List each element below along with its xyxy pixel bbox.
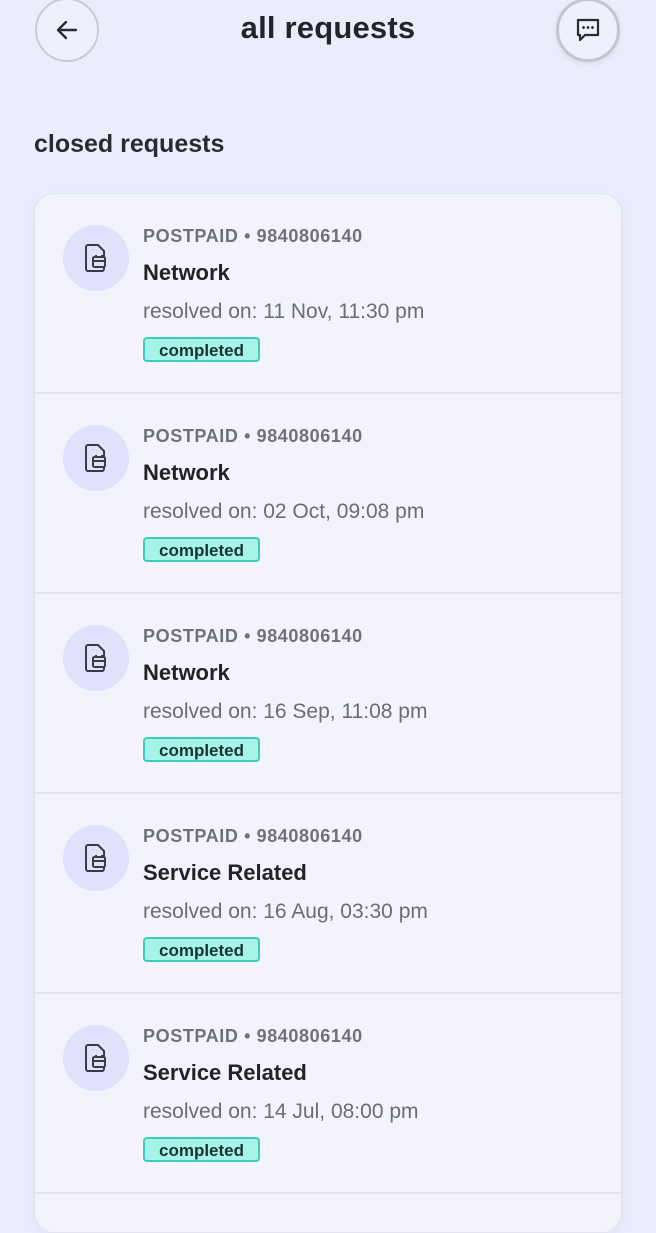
status-badge: completed	[143, 537, 261, 562]
request-item[interactable]: POSTPAID • 9840806140 Service Related re…	[35, 994, 621, 1194]
request-item[interactable]: POSTPAID • 9840806140 Network resolved o…	[35, 194, 621, 394]
status-badge: completed	[143, 1137, 261, 1162]
app-header: all requests	[0, 0, 656, 70]
request-account: POSTPAID • 9840806140	[143, 426, 363, 446]
requests-card: POSTPAID • 9840806140 Network resolved o…	[34, 193, 622, 1233]
request-account: POSTPAID • 9840806140	[143, 1026, 363, 1046]
request-resolved-date: resolved on: 16 Sep, 11:08 pm	[143, 700, 428, 723]
chat-bubble-icon	[576, 18, 600, 42]
request-resolved-date: resolved on: 02 Oct, 09:08 pm	[143, 500, 425, 523]
request-resolved-date: resolved on: 16 Aug, 03:30 pm	[143, 900, 428, 923]
request-item[interactable]: POSTPAID • 9840806140 Network resolved o…	[35, 394, 621, 594]
sim-card-icon	[63, 825, 129, 891]
sim-card-icon	[63, 625, 129, 691]
request-item[interactable]: POSTPAID • 9840806140 Network resolved o…	[35, 594, 621, 794]
request-account: POSTPAID • 9840806140	[143, 826, 363, 846]
request-resolved-date: resolved on: 14 Jul, 08:00 pm	[143, 1100, 419, 1123]
request-type: Network	[143, 660, 230, 685]
sim-card-icon	[63, 1025, 129, 1091]
request-type: Network	[143, 260, 230, 285]
chat-button[interactable]	[556, 0, 620, 62]
status-badge: completed	[143, 737, 261, 762]
request-type: Service Related	[143, 860, 307, 885]
status-badge: completed	[143, 937, 261, 962]
request-account: POSTPAID • 9840806140	[143, 626, 363, 646]
request-account: POSTPAID • 9840806140	[143, 226, 363, 246]
status-badge: completed	[143, 337, 261, 362]
section-title: closed requests	[34, 130, 225, 158]
request-item[interactable]: POSTPAID • 9840806140 Service Related re…	[35, 794, 621, 994]
request-type: Service Related	[143, 1060, 307, 1085]
sim-card-icon	[63, 225, 129, 291]
request-type: Network	[143, 460, 230, 485]
request-resolved-date: resolved on: 11 Nov, 11:30 pm	[143, 300, 425, 323]
sim-card-icon	[63, 425, 129, 491]
